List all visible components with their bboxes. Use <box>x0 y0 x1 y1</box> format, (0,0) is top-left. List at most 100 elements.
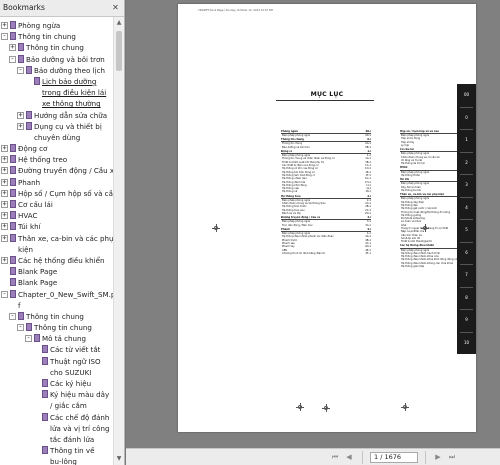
chapter-tab[interactable]: 7 <box>457 264 476 286</box>
bookmark-item[interactable]: Các từ viết tắt <box>0 344 113 355</box>
bookmark-icon <box>10 177 16 186</box>
bookmark-item[interactable]: + Động cơ <box>0 143 113 154</box>
scroll-up-icon[interactable]: ▲ <box>115 19 123 27</box>
bookmark-item[interactable]: Blank Page <box>0 277 113 288</box>
bookmark-item[interactable]: - Bảo dưỡng theo lịch <box>0 65 113 76</box>
expand-icon[interactable]: + <box>9 44 16 52</box>
toc-entry[interactable]: Hệ thống xả 1K-1 <box>281 190 371 193</box>
bookmark-item[interactable]: - Thông tin chung <box>0 31 113 42</box>
expand-icon[interactable]: + <box>1 256 8 264</box>
bookmark-item[interactable]: + Phanh <box>0 177 113 188</box>
bookmark-item[interactable]: - Mô tả chung <box>0 333 113 344</box>
chapter-tab[interactable]: 0 <box>457 107 476 129</box>
expand-icon[interactable]: + <box>17 111 24 119</box>
expand-icon[interactable]: + <box>1 167 8 175</box>
bookmark-item[interactable]: Lịch bảo dưỡng <box>0 76 113 87</box>
chapter-tab[interactable]: 3 <box>457 174 476 196</box>
document-viewport[interactable]: VKSWIFT.book Page i Sunday, October 12, … <box>126 0 500 465</box>
bookmark-label: Động cơ <box>18 144 48 154</box>
bookmark-item[interactable]: xe thông thường <box>0 98 113 109</box>
bookmark-item[interactable]: + Phòng ngừa <box>0 20 113 31</box>
registration-mark <box>421 224 429 232</box>
bookmark-item[interactable]: Các ký hiệu <box>0 378 113 389</box>
expand-icon[interactable]: + <box>1 145 8 153</box>
bookmark-item[interactable]: cho SUZUKI <box>0 367 113 378</box>
toc-entry[interactable]: Bánh xe và lốp 2D-1 <box>281 212 371 215</box>
expand-icon[interactable]: + <box>1 212 8 220</box>
bookmark-item[interactable]: Ký hiệu màu dây <box>0 389 113 400</box>
next-page-icon[interactable]: ▶ <box>433 452 443 462</box>
toc-entry[interactable]: Biện pháp phòng ngừa 00-1 <box>281 134 371 137</box>
bookmark-item[interactable]: - Chapter_0_New_Swift_SM.pd <box>0 289 120 300</box>
collapse-icon[interactable]: - <box>1 290 8 298</box>
close-icon[interactable]: ✕ <box>110 2 121 13</box>
bookmarks-scrollbar[interactable]: ▲ ▼ <box>113 17 124 465</box>
collapse-icon[interactable]: - <box>17 66 24 74</box>
chapter-tab[interactable]: 8 <box>457 287 476 309</box>
bookmark-label: Các ký hiệu <box>50 379 92 388</box>
chapter-tab[interactable]: 10 <box>457 332 476 354</box>
toc-entry[interactable]: Trục dẫn động / Bán trục 3A-1 <box>281 224 371 227</box>
collapse-icon[interactable]: - <box>1 33 8 41</box>
bookmark-item[interactable]: - Thông tin chung <box>0 311 113 322</box>
bookmark-item[interactable]: + Thân xe, ca-bin và các phụ <box>0 233 114 244</box>
chapter-tab[interactable]: 4 <box>457 197 476 219</box>
toc-entry[interactable]: Chương trình ổn định bằng điện tử 4F-1 <box>281 252 371 255</box>
bookmark-item[interactable]: Blank Page <box>0 266 113 277</box>
expand-icon[interactable]: + <box>17 122 24 130</box>
last-page-icon[interactable]: ⏭ <box>447 452 457 462</box>
bookmark-item[interactable]: tắc đánh lửa <box>0 434 113 445</box>
bookmark-item[interactable]: / giắc cắm <box>0 400 113 411</box>
bookmark-item[interactable]: + Túi khí <box>0 221 113 232</box>
bookmark-label: Hướng dẫn sửa chữa <box>34 110 108 120</box>
bookmark-item[interactable]: lửa và vị trí công <box>0 423 113 434</box>
collapse-icon[interactable]: - <box>9 55 16 63</box>
bookmark-item[interactable]: + Hộp số / Cụm hộp số và cầu <box>0 188 117 199</box>
chapter-tab[interactable]: 6 <box>457 242 476 264</box>
bookmark-item[interactable]: + Thông tin chung <box>0 42 113 53</box>
bookmark-item[interactable]: Thuật ngữ ISO <box>0 356 113 367</box>
bookmark-item[interactable]: + Các hệ thống điều khiển <box>0 255 113 266</box>
chapter-tab[interactable]: 5 <box>457 219 476 241</box>
expand-icon[interactable]: + <box>1 178 8 186</box>
chapter-tab[interactable]: 2 <box>457 152 476 174</box>
bookmark-item[interactable]: + Dụng cụ và thiết bị <box>0 121 113 132</box>
bookmark-item[interactable]: - Thông tin chung <box>0 322 113 333</box>
bookmark-item[interactable]: chuyên dùng <box>0 132 113 143</box>
collapse-icon[interactable]: - <box>25 335 32 343</box>
bookmark-item[interactable]: Thông tin về <box>0 445 113 456</box>
expand-icon[interactable]: + <box>1 234 8 242</box>
collapse-icon[interactable]: - <box>9 312 16 320</box>
expand-icon[interactable]: + <box>1 22 8 29</box>
bookmark-item[interactable]: Các chế độ đánh <box>0 412 113 423</box>
expand-icon[interactable]: + <box>1 156 8 164</box>
page-number-input[interactable]: 1 / 1676 <box>370 452 418 463</box>
bookmark-icon <box>10 278 16 287</box>
bookmark-item[interactable]: kiện <box>0 244 113 255</box>
bookmark-item[interactable]: bu-lông <box>0 456 113 465</box>
toc-entry-title: Hệ thống xả <box>282 190 298 194</box>
bookmark-item[interactable]: trong điều kiện lái <box>0 87 113 98</box>
bookmark-item[interactable]: f <box>0 300 113 311</box>
bookmark-item[interactable]: - Bảo dưỡng và bôi trơn <box>0 54 113 65</box>
scrollbar-thumb[interactable] <box>116 31 122 71</box>
chapter-tab[interactable]: 9 <box>457 309 476 331</box>
chapter-tab[interactable]: 1 <box>457 129 476 151</box>
toc-section-page: 0-i <box>367 138 371 142</box>
prev-page-icon[interactable]: ◀ <box>344 452 354 462</box>
chapter-tab[interactable]: 00 <box>457 84 476 106</box>
bookmark-item[interactable]: + HVAC <box>0 210 113 221</box>
bookmarks-header: Bookmarks ✕ <box>0 0 124 17</box>
expand-icon[interactable]: + <box>1 223 8 231</box>
expand-icon[interactable]: + <box>1 189 8 197</box>
scroll-down-icon[interactable]: ▼ <box>115 455 123 463</box>
collapse-icon[interactable]: - <box>17 324 24 332</box>
bookmark-item[interactable]: + Cơ cấu lái <box>0 199 113 210</box>
bookmark-label: Thông tin chung <box>26 43 84 53</box>
toc-entry[interactable]: Bảo dưỡng và bôi trơn 0B-1 <box>281 146 371 149</box>
bookmark-item[interactable]: + Hướng dẫn sửa chữa <box>0 110 113 121</box>
bookmark-item[interactable]: + Đường truyền động / Cầu xe <box>0 165 118 176</box>
expand-icon[interactable]: + <box>1 201 8 208</box>
first-page-icon[interactable]: ⏮ <box>330 452 340 462</box>
bookmark-item[interactable]: + Hệ thống treo <box>0 154 113 165</box>
